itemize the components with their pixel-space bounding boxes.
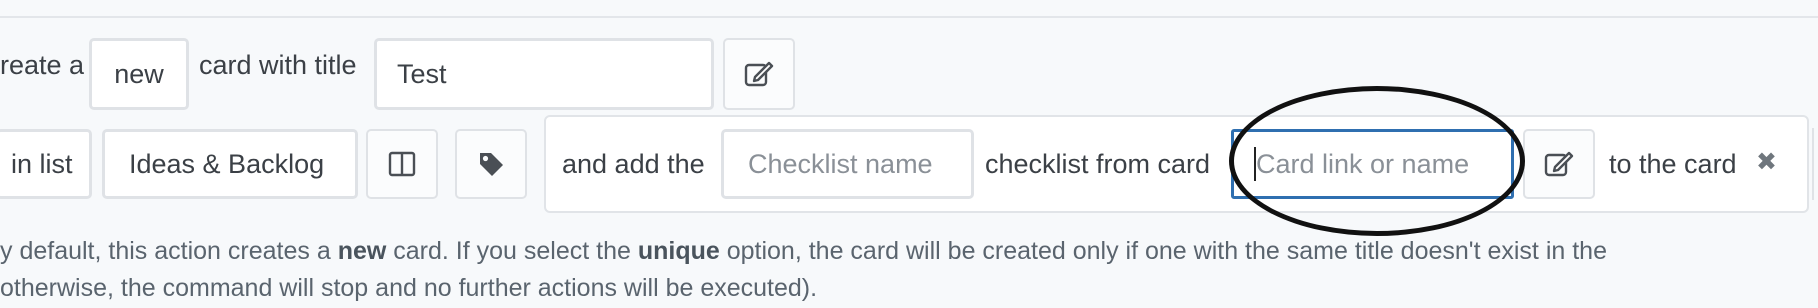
card-link-placeholder: Card link or name [1256,148,1470,179]
help-bold-unique: unique [637,237,720,265]
card-title-value: Test [397,58,447,89]
help-text: otherwise, the command will stop and no … [0,274,818,302]
help-text: y default, this action creates a [0,237,338,265]
to-card-text: to the card [1609,149,1737,179]
board-button[interactable] [366,129,438,199]
checklist-name-placeholder: Checklist name [748,148,933,179]
list-select[interactable]: Ideas & Backlog [102,129,358,199]
row1-mid-text: card with title [199,50,357,80]
mode-select[interactable]: new [89,38,189,110]
help-line-2: otherwise, the command will stop and no … [0,276,817,301]
tag-icon [480,153,503,176]
help-text: card. If you select the [386,237,638,265]
edit-icon [744,61,774,87]
next-control-edge [1812,128,1818,200]
row1-prefix-text: reate a [0,50,85,80]
close-icon[interactable]: ✖ [1756,150,1777,175]
help-bold-new: new [337,237,387,265]
card-title-input[interactable]: Test [374,38,714,110]
text-caret [1254,147,1256,181]
list-label: in list [11,148,73,179]
help-line-1: y default, this action creates a new car… [0,239,1607,264]
edit-card-button[interactable] [1523,129,1595,199]
help-text: option, the card will be created only if… [719,237,1607,265]
card-link-input[interactable]: Card link or name [1231,129,1514,199]
label-button[interactable] [455,129,527,199]
mode-select-value: new [114,58,164,89]
edit-title-button[interactable] [723,38,795,110]
list-select-value: Ideas & Backlog [129,148,325,179]
top-divider [0,16,1818,18]
edit-icon [1544,151,1574,177]
from-card-text: checklist from card [985,149,1211,179]
checklist-name-input[interactable]: Checklist name [721,129,974,199]
and-add-text: and add the [562,149,705,179]
list-label-box: in list [0,129,92,199]
board-columns-icon [388,151,416,177]
